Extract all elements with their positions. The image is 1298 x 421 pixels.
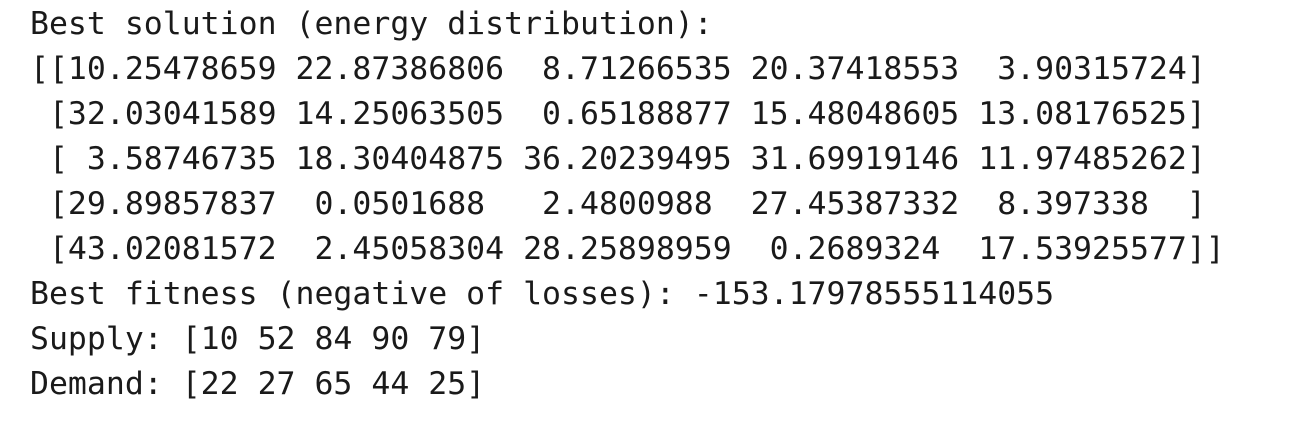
matrix-row-1: [[10.25478659 22.87386806 8.71266535 20.… <box>30 51 1206 87</box>
best-fitness-line: Best fitness (negative of losses): -153.… <box>30 276 1055 312</box>
best-solution-heading: Best solution (energy distribution): <box>30 6 713 42</box>
demand-line: Demand: [22 27 65 44 25] <box>30 366 486 402</box>
matrix-row-2: [32.03041589 14.25063505 0.65188877 15.4… <box>30 96 1206 132</box>
matrix-row-5: [43.02081572 2.45058304 28.25898959 0.26… <box>30 231 1225 267</box>
console-output: Best solution (energy distribution): [[1… <box>30 2 1292 407</box>
matrix-row-3: [ 3.58746735 18.30404875 36.20239495 31.… <box>30 141 1206 177</box>
matrix-row-4: [29.89857837 0.0501688 2.4800988 27.4538… <box>30 186 1206 222</box>
supply-line: Supply: [10 52 84 90 79] <box>30 321 486 357</box>
